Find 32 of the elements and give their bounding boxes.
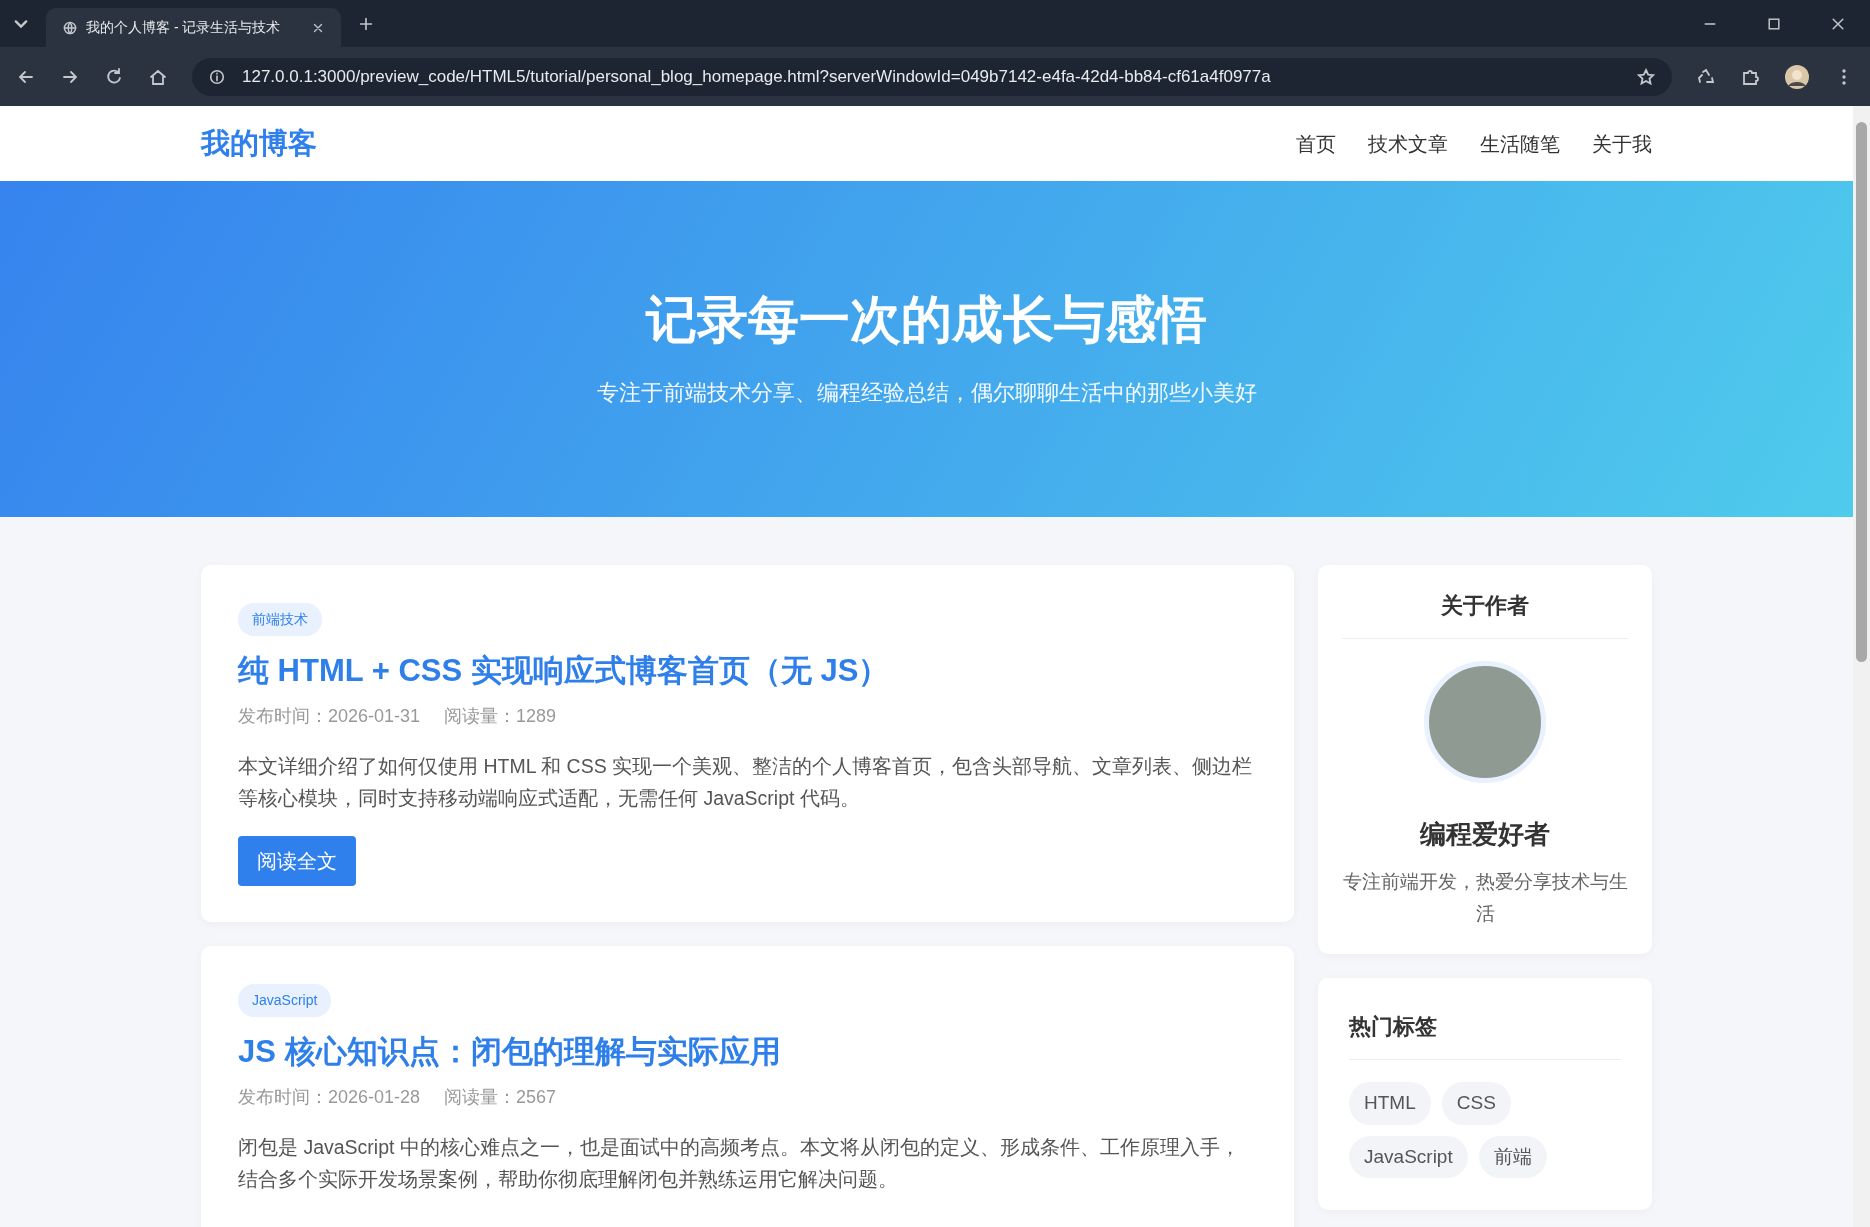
author-name: 编程爱好者 xyxy=(1419,818,1551,851)
scrollbar[interactable] xyxy=(1853,106,1870,1227)
profile-avatar[interactable] xyxy=(1784,63,1810,90)
browser-tab[interactable]: 我的个人博客 - 记录生活与技术 xyxy=(46,8,341,47)
star-icon[interactable] xyxy=(1636,66,1656,87)
publish-date: 发布时间：2026-01-31 xyxy=(238,705,421,729)
tag-chip[interactable]: HTML xyxy=(1349,1082,1431,1125)
hero-title: 记录每一次的成长与感悟 xyxy=(646,289,1207,350)
author-bio: 专注前端开发，热爱分享技术与生活 xyxy=(1342,870,1628,926)
globe-icon xyxy=(62,19,78,36)
article-excerpt: 本文详细介绍了如何仅使用 HTML 和 CSS 实现一个美观、整洁的个人博客首页，包含头部导航、文章列表、侧边栏等核心模块，同时支持移动端响应式适配，无需任何 JavaScript 代码。 xyxy=(238,754,1254,812)
article-title[interactable]: JS 核心知识点：闭包的理解与实际应用 xyxy=(238,1033,1257,1071)
read-more-button[interactable]: 阅读全文 xyxy=(238,836,356,887)
maximize-icon[interactable] xyxy=(1766,15,1782,32)
view-count: 阅读量：1289 xyxy=(444,705,557,729)
site-logo[interactable]: 我的博客 xyxy=(201,121,317,166)
tag-chip[interactable]: CSS xyxy=(1441,1082,1511,1125)
article-title[interactable]: 纯 HTML + CSS 实现响应式博客首页（无 JS） xyxy=(238,652,1257,690)
article-excerpt: 闭包是 JavaScript 中的核心难点之一，也是面试中的高频考点。本文将从闭包的定义、形成条件、工作原理入手，结合多个实际开发场景案例，帮助你彻底理解闭包并熟练运用它解决问题。 xyxy=(238,1135,1241,1193)
nav-link[interactable]: 首页 xyxy=(1296,128,1336,159)
view-count: 阅读量：2567 xyxy=(444,1086,557,1110)
info-icon[interactable] xyxy=(208,67,226,86)
hero-subtitle: 专注于前端技术分享、编程经验总结，偶尔聊聊生活中的那些小美好 xyxy=(596,379,1257,408)
sidebar-heading: 关于作者 xyxy=(1342,589,1628,639)
nav-link[interactable]: 技术文章 xyxy=(1368,128,1448,159)
publish-date: 发布时间：2026-01-28 xyxy=(238,1086,421,1110)
tag-chip[interactable]: 前端 xyxy=(1478,1135,1547,1178)
nav-link[interactable]: 关于我 xyxy=(1592,128,1652,159)
sidebar-heading: 热门标签 xyxy=(1349,1010,1621,1060)
nav-link[interactable]: 生活随笔 xyxy=(1480,128,1560,159)
category-tag[interactable]: 前端技术 xyxy=(238,603,322,636)
tag-chip[interactable]: JavaScript xyxy=(1349,1135,1468,1178)
